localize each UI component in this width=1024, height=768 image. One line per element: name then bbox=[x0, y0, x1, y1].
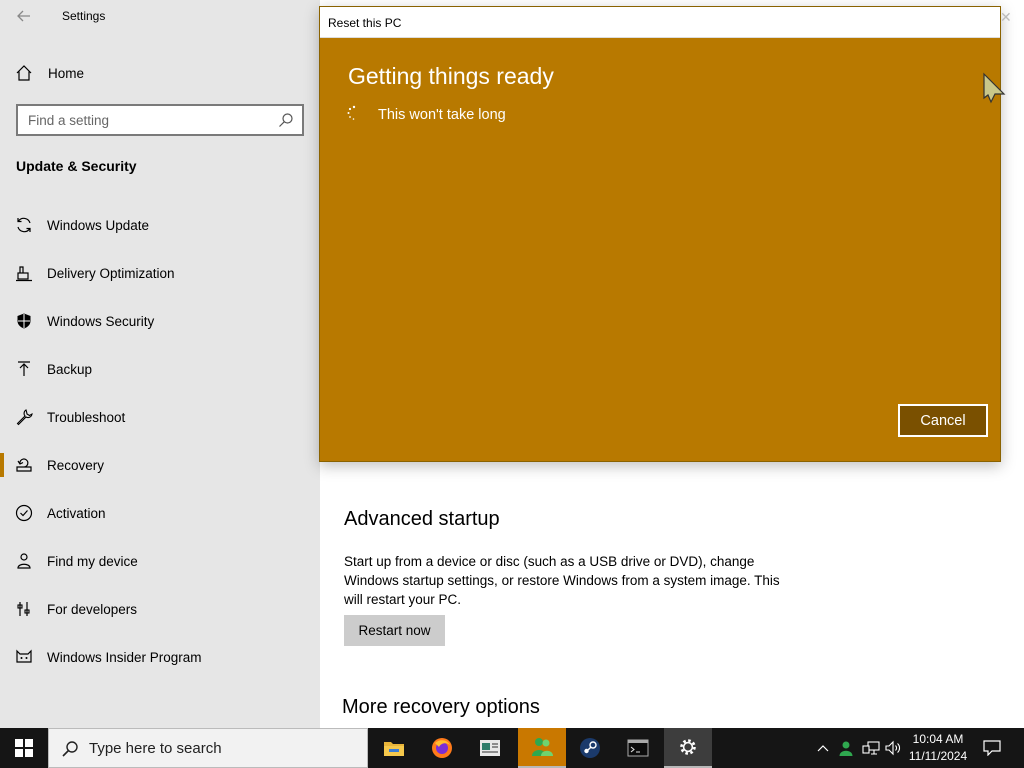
network-icon[interactable] bbox=[862, 738, 880, 758]
sidebar-item-backup[interactable]: Backup bbox=[0, 349, 320, 389]
sidebar-item-label: Windows Security bbox=[47, 313, 155, 329]
sync-icon bbox=[14, 215, 34, 235]
people-app-icon[interactable] bbox=[518, 728, 566, 768]
dialog-titlebar[interactable]: Reset this PC bbox=[320, 7, 1000, 38]
clock-date: 11/11/2024 bbox=[908, 749, 968, 763]
sidebar-item-windows-insider[interactable]: Windows Insider Program bbox=[0, 637, 320, 677]
loading-spinner-icon bbox=[346, 105, 362, 121]
sidebar-item-label: Find my device bbox=[47, 553, 138, 569]
insider-cat-icon bbox=[14, 647, 34, 667]
search-icon bbox=[61, 740, 79, 758]
sidebar-item-label: Recovery bbox=[47, 457, 105, 473]
back-arrow-icon[interactable] bbox=[10, 4, 38, 28]
cancel-button[interactable]: Cancel bbox=[898, 404, 988, 437]
terminal-icon[interactable] bbox=[614, 728, 662, 768]
taskbar-search-box[interactable]: Type here to search bbox=[48, 728, 368, 768]
close-icon[interactable]: ✕ bbox=[1000, 9, 1012, 26]
sidebar-item-label: For developers bbox=[47, 601, 138, 617]
find-setting-input[interactable] bbox=[18, 106, 268, 134]
home-icon bbox=[14, 63, 34, 83]
sidebar-item-for-developers[interactable]: For developers bbox=[0, 589, 320, 629]
find-setting-search[interactable] bbox=[16, 104, 304, 136]
sidebar-item-find-my-device[interactable]: Find my device bbox=[0, 541, 320, 581]
sidebar-item-recovery[interactable]: Recovery bbox=[0, 445, 320, 485]
taskbar-clock[interactable]: 10:04 AM 11/11/2024 bbox=[900, 731, 976, 765]
sidebar-item-troubleshoot[interactable]: Troubleshoot bbox=[0, 397, 320, 437]
sidebar-item-label: Windows Insider Program bbox=[47, 649, 202, 665]
sidebar-item-label: Activation bbox=[47, 505, 106, 521]
dialog-heading: Getting things ready bbox=[348, 63, 554, 89]
file-explorer-icon[interactable] bbox=[370, 728, 418, 768]
section-heading: Update & Security bbox=[16, 158, 137, 174]
sidebar-item-label: Delivery Optimization bbox=[47, 265, 175, 281]
clock-time: 10:04 AM bbox=[912, 732, 964, 746]
taskbar-search-placeholder: Type here to search bbox=[89, 740, 222, 757]
settings-gear-icon[interactable] bbox=[664, 728, 712, 768]
recovery-icon bbox=[14, 455, 34, 475]
sidebar-item-windows-security[interactable]: Windows Security bbox=[0, 301, 320, 341]
sidebar-item-label: Troubleshoot bbox=[47, 409, 126, 425]
delivery-optimization-icon bbox=[14, 263, 34, 283]
check-circle-icon bbox=[14, 503, 34, 523]
dialog-status-text: This won't take long bbox=[378, 107, 506, 123]
advanced-startup-description: Start up from a device or disc (such as … bbox=[344, 554, 780, 607]
mouse-cursor-icon bbox=[982, 72, 1008, 104]
windows-start-icon[interactable] bbox=[0, 728, 48, 768]
sidebar-item-label: Windows Update bbox=[47, 217, 150, 233]
reset-pc-dialog: Reset this PC ✕ Getting things ready Thi… bbox=[319, 6, 1012, 462]
sidebar-item-home[interactable]: Home bbox=[0, 53, 320, 93]
sidebar-item-label: Backup bbox=[47, 361, 93, 377]
taskbar: Type here to search 10:04 AM 11/11/2024 bbox=[0, 728, 1024, 768]
firefox-icon[interactable] bbox=[418, 728, 466, 768]
chevron-up-icon[interactable] bbox=[814, 738, 832, 758]
advanced-startup-title: Advanced startup bbox=[344, 508, 500, 530]
people-tray-icon[interactable] bbox=[838, 738, 856, 758]
restart-now-button[interactable]: Restart now bbox=[344, 615, 445, 646]
more-recovery-options-title: More recovery options bbox=[342, 696, 540, 718]
backup-arrow-icon bbox=[14, 359, 34, 379]
app-title: Settings bbox=[62, 9, 106, 23]
sidebar-item-delivery-optimization[interactable]: Delivery Optimization bbox=[0, 253, 320, 293]
notification-center-icon[interactable] bbox=[980, 728, 1004, 768]
dialog-title: Reset this PC bbox=[328, 16, 402, 30]
sidebar-item-label: Home bbox=[48, 65, 85, 81]
developer-tools-icon bbox=[14, 599, 34, 619]
sidebar-item-windows-update[interactable]: Windows Update bbox=[0, 205, 320, 245]
sidebar-item-activation[interactable]: Activation bbox=[0, 493, 320, 533]
search-icon[interactable] bbox=[278, 112, 294, 128]
settings-sidebar: Settings Home Update & Security Windows … bbox=[0, 0, 320, 728]
person-location-icon bbox=[14, 551, 34, 571]
news-reader-icon[interactable] bbox=[466, 728, 514, 768]
shield-icon bbox=[14, 311, 34, 331]
wrench-icon bbox=[14, 407, 34, 427]
steam-icon[interactable] bbox=[566, 728, 614, 768]
